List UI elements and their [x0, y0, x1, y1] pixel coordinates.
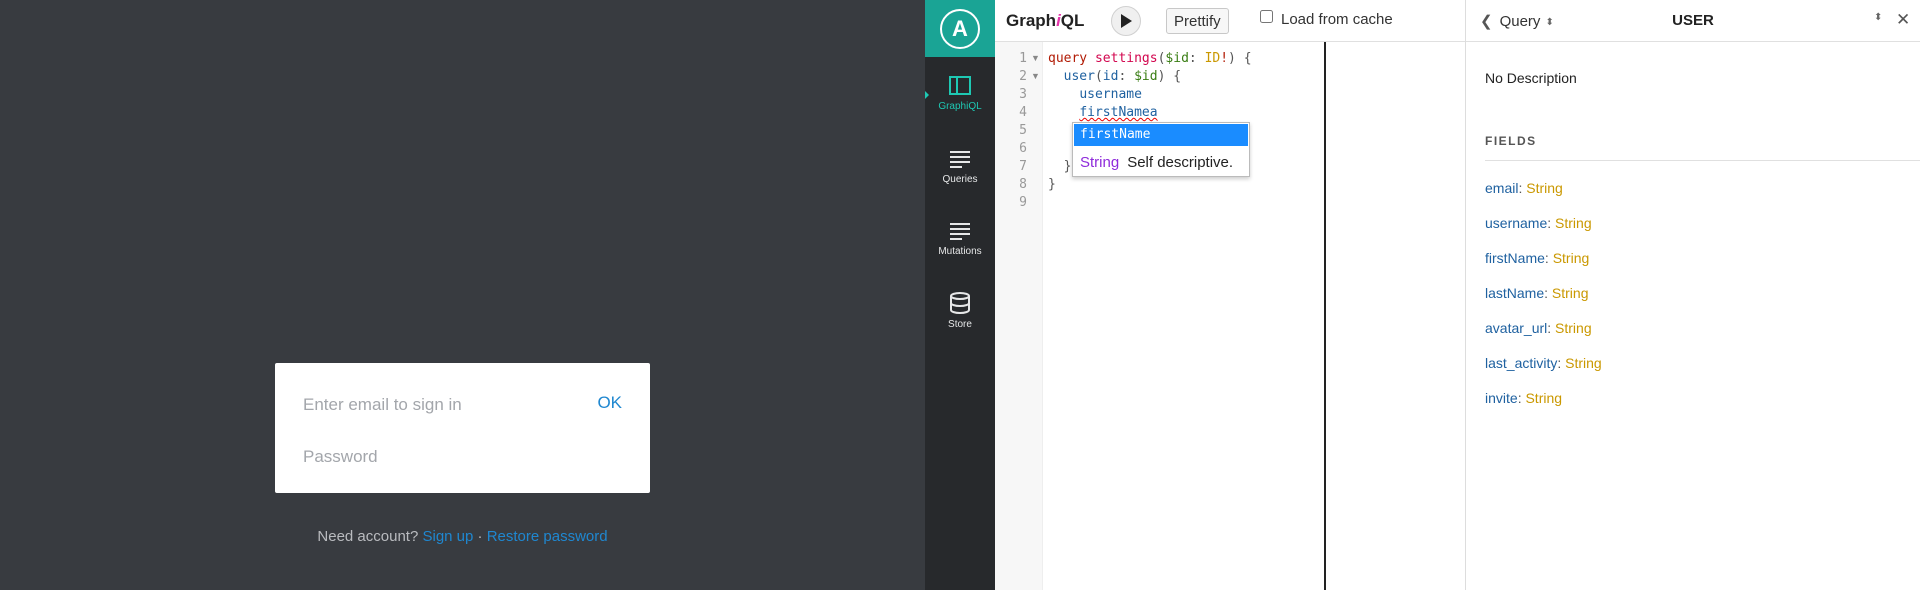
prettify-button[interactable]: Prettify [1166, 8, 1229, 34]
logo-icon: A [940, 8, 980, 49]
login-area: OK Need account? Sign up · Restore passw… [0, 0, 925, 590]
database-icon [950, 292, 970, 314]
code-line: } [1063, 159, 1072, 174]
line-number: 5 [1019, 123, 1027, 138]
line-number: 9 [1019, 195, 1027, 210]
fold-arrow-icon[interactable]: ▼ [1031, 71, 1040, 81]
line-number: 1 [1019, 51, 1027, 66]
email-field[interactable] [303, 393, 583, 417]
restore-password-link[interactable]: Restore password [487, 528, 608, 545]
field-row[interactable]: avatar_url: String [1485, 320, 1592, 336]
field-row[interactable]: invite: String [1485, 390, 1562, 406]
result-pane [1326, 42, 1465, 590]
rail-item-label: Mutations [938, 246, 982, 257]
error-underline: firstNamea [1079, 105, 1158, 120]
line-gutter: 1 ▼ 2 ▼ 3 4 5 6 7 8 9 [995, 42, 1043, 590]
account-line: Need account? Sign up · Restore password [0, 528, 925, 545]
autocomplete-info: String Self descriptive. [1080, 154, 1233, 171]
nav-rail: A GraphiQL Queries Mutations Store [925, 0, 995, 590]
app-logo[interactable]: A [925, 0, 995, 57]
autocomplete-item[interactable]: firstName [1074, 124, 1248, 146]
rail-item-label: Queries [942, 174, 978, 185]
rail-item-queries[interactable]: Queries [925, 148, 995, 210]
code-line: } [1048, 177, 1056, 192]
line-number: 7 [1019, 159, 1027, 174]
line-number: 4 [1019, 105, 1027, 120]
code-line: query settings($id: ID!) { [1048, 51, 1252, 66]
list-icon [950, 223, 970, 240]
autocomplete-type[interactable]: String [1080, 154, 1119, 171]
rail-item-store[interactable]: Store [925, 291, 995, 353]
play-icon [1121, 14, 1132, 28]
divider [1485, 160, 1920, 161]
code-line: username [1079, 87, 1142, 102]
docs-header: ❮ Query ⬍ USER ⬍ ✕ [1466, 0, 1920, 42]
ok-button[interactable]: OK [597, 393, 622, 413]
link-separator: · [477, 528, 483, 545]
need-account-text: Need account? [317, 528, 419, 545]
field-row[interactable]: firstName: String [1485, 250, 1589, 266]
docs-panel: ❮ Query ⬍ USER ⬍ ✕ No Description FIELDS e… [1466, 0, 1920, 590]
field-row[interactable]: email: String [1485, 180, 1563, 196]
fold-arrow-icon[interactable]: ▼ [1031, 53, 1040, 63]
field-row[interactable]: username: String [1485, 215, 1592, 231]
line-number: 2 [1019, 69, 1027, 84]
field-row[interactable]: last_activity: String [1485, 355, 1602, 371]
password-field[interactable] [303, 445, 583, 469]
rail-item-label: Store [948, 319, 972, 330]
login-box: OK [275, 363, 650, 493]
load-from-cache-label: Load from cache [1281, 11, 1393, 28]
graphiql-icon [949, 76, 971, 95]
sort-arrows-icon[interactable]: ⬍ [1874, 12, 1882, 23]
close-icon[interactable]: ✕ [1896, 10, 1910, 30]
field-row[interactable]: lastName: String [1485, 285, 1589, 301]
docs-title: USER [1672, 12, 1714, 29]
graphiql-toolbar: GraphiQL Prettify Load from cache [995, 0, 1465, 42]
autocomplete-popup: firstName String Self descriptive. [1072, 122, 1250, 177]
rail-item-label: GraphiQL [938, 101, 982, 112]
code-line: firstNamea [1048, 105, 1158, 120]
run-query-button[interactable] [1111, 6, 1141, 36]
rail-item-mutations[interactable]: Mutations [925, 220, 995, 282]
rail-item-graphiql[interactable]: GraphiQL [925, 75, 995, 137]
active-marker-icon [925, 91, 929, 99]
fields-heading: FIELDS [1485, 134, 1537, 148]
load-from-cache-checkbox[interactable] [1260, 10, 1273, 23]
sign-up-link[interactable]: Sign up [422, 528, 473, 545]
list-icon [950, 151, 970, 168]
autocomplete-description: Self descriptive. [1127, 154, 1234, 171]
line-number: 8 [1019, 177, 1027, 192]
line-number: 3 [1019, 87, 1027, 102]
code-line: user(id: $id) { [1063, 69, 1182, 84]
type-description: No Description [1485, 70, 1577, 86]
graphiql-title: GraphiQL [1006, 11, 1085, 30]
line-number: 6 [1019, 141, 1027, 156]
